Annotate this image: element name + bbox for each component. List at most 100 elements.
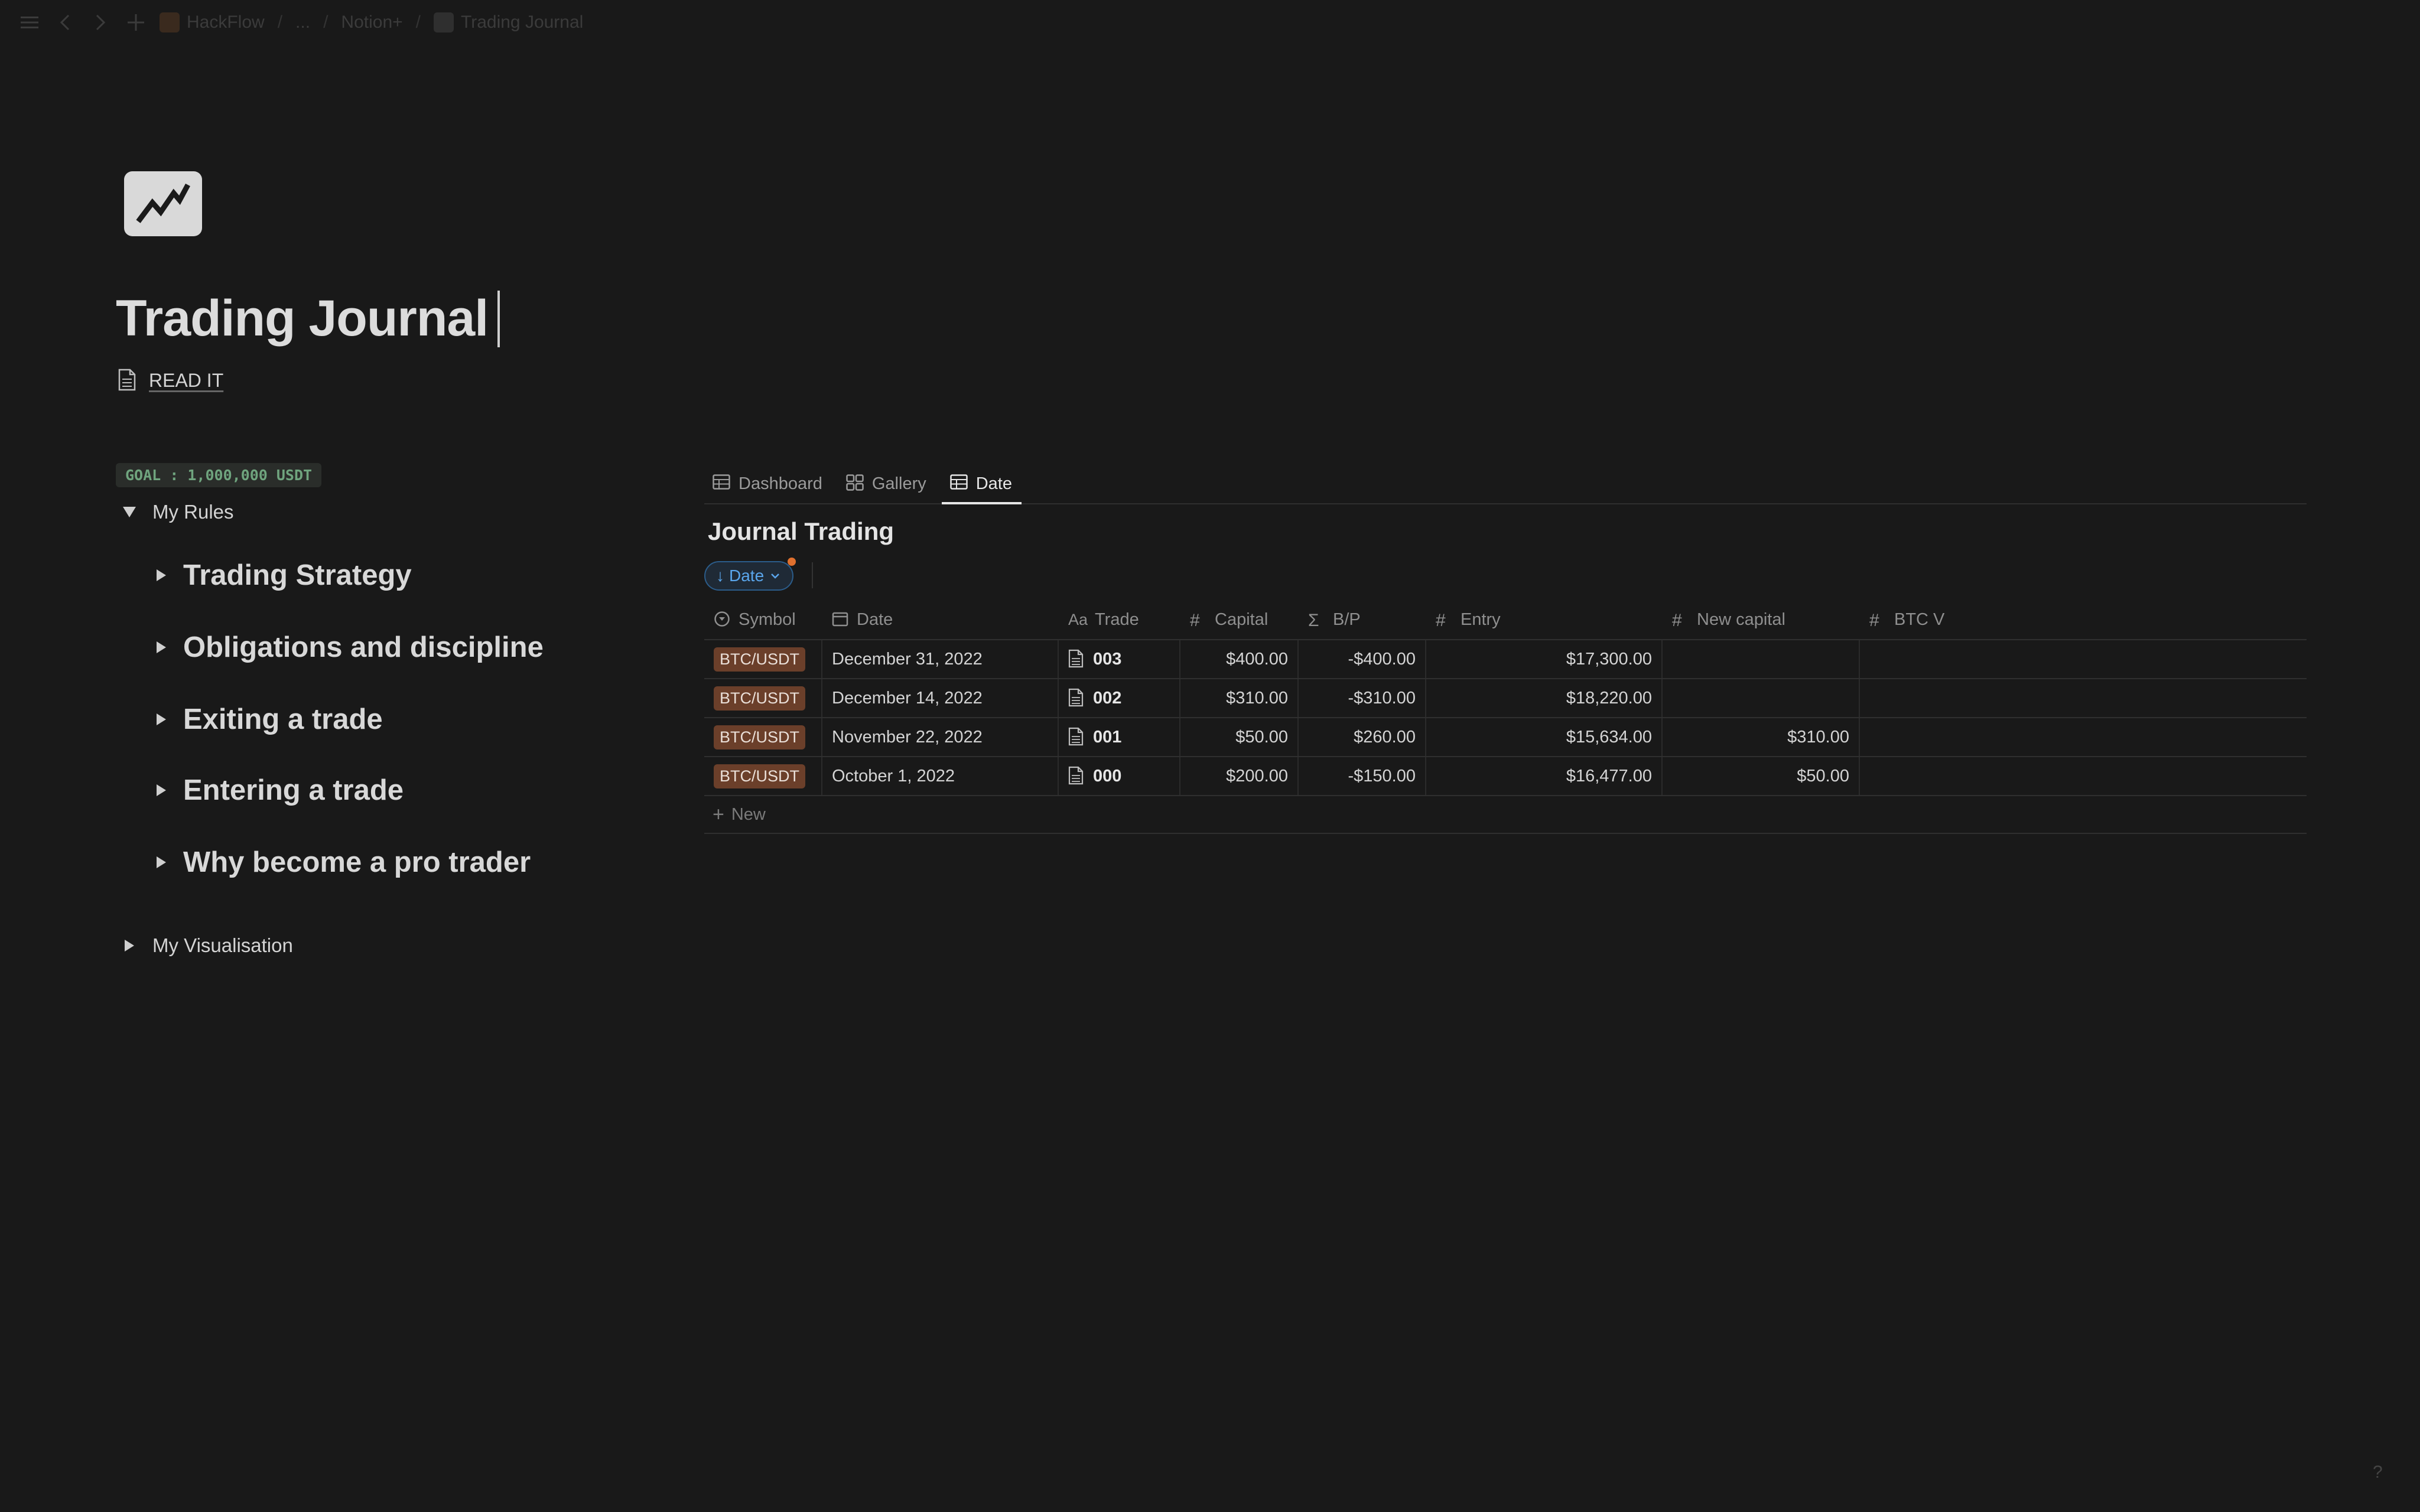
column-header-btc-v[interactable]: # BTC V	[1860, 600, 2307, 639]
number-hash-icon: #	[1436, 611, 1446, 630]
breadcrumb-current[interactable]: Trading Journal	[434, 12, 583, 32]
tab-dashboard[interactable]: Dashboard	[704, 464, 832, 503]
btc-v-cell[interactable]	[1860, 679, 2307, 717]
menu-icon[interactable]	[18, 11, 41, 34]
symbol-cell[interactable]: BTC/USDT	[704, 640, 822, 678]
toggle-obligations-discipline[interactable]: Obligations and discipline	[152, 631, 544, 664]
new-capital-cell[interactable]: $310.00	[1663, 718, 1860, 756]
database-title[interactable]: Journal Trading	[708, 517, 894, 546]
breadcrumb-parent[interactable]: Notion+	[341, 12, 402, 32]
sort-date-pill[interactable]: ↓ Date	[704, 558, 796, 591]
workspace-icon	[160, 12, 180, 32]
column-header-bp[interactable]: Σ B/P	[1299, 600, 1426, 639]
column-header-symbol[interactable]: Symbol	[704, 600, 822, 639]
triangle-right-icon[interactable]	[152, 853, 170, 871]
database-view-tabs: Dashboard Gallery Date	[704, 464, 2307, 504]
entry-cell[interactable]: $18,220.00	[1426, 679, 1663, 717]
entry-cell[interactable]: $16,477.00	[1426, 757, 1663, 795]
breadcrumb-workspace[interactable]: HackFlow	[160, 12, 265, 32]
bp-cell[interactable]: -$400.00	[1299, 640, 1426, 678]
breadcrumb-separator: /	[277, 12, 283, 32]
triangle-down-icon[interactable]	[121, 503, 138, 521]
text-type-icon: Aa	[1068, 611, 1088, 628]
date-cell[interactable]: December 31, 2022	[822, 640, 1059, 678]
column-header-date[interactable]: Date	[822, 600, 1059, 639]
document-icon	[118, 369, 138, 392]
table-row[interactable]: BTC/USDT December 31, 2022 003 $400.00 -…	[704, 640, 2307, 679]
table-row[interactable]: BTC/USDT October 1, 2022 000 $200.00 -$1…	[704, 757, 2307, 796]
entry-cell[interactable]: $15,634.00	[1426, 718, 1663, 756]
date-cell[interactable]: November 22, 2022	[822, 718, 1059, 756]
capital-cell[interactable]: $50.00	[1180, 718, 1299, 756]
text-cursor	[497, 290, 500, 347]
btc-v-cell[interactable]	[1860, 718, 2307, 756]
toggle-why-pro-trader[interactable]: Why become a pro trader	[152, 846, 531, 879]
help-button[interactable]: ?	[2373, 1462, 2383, 1482]
calendar-icon	[832, 611, 850, 628]
document-icon	[1068, 766, 1085, 786]
toggle-exiting-trade[interactable]: Exiting a trade	[152, 703, 383, 736]
symbol-cell[interactable]: BTC/USDT	[704, 718, 822, 756]
symbol-tag: BTC/USDT	[714, 686, 805, 711]
capital-cell[interactable]: $400.00	[1180, 640, 1299, 678]
top-bar: HackFlow / ... / Notion+ / Trading Journ…	[0, 0, 2420, 45]
trade-cell[interactable]: 001	[1059, 718, 1180, 756]
breadcrumb-ellipsis[interactable]: ...	[295, 12, 310, 32]
journal-table: Symbol Date Aa Trade # Capital Σ B/P # E…	[704, 600, 2307, 834]
trade-cell[interactable]: 003	[1059, 640, 1180, 678]
triangle-right-icon[interactable]	[152, 638, 170, 656]
btc-v-cell[interactable]	[1860, 640, 2307, 678]
my-rules-toggle[interactable]: My Rules	[121, 501, 234, 523]
btc-v-cell[interactable]	[1860, 757, 2307, 795]
document-icon	[1068, 727, 1085, 747]
capital-cell[interactable]: $310.00	[1180, 679, 1299, 717]
tab-gallery[interactable]: Gallery	[838, 464, 936, 503]
table-header-row: Symbol Date Aa Trade # Capital Σ B/P # E…	[704, 600, 2307, 640]
new-capital-cell[interactable]	[1663, 679, 1860, 717]
triangle-right-icon[interactable]	[152, 711, 170, 728]
add-icon[interactable]	[124, 11, 148, 34]
bp-cell[interactable]: -$310.00	[1299, 679, 1426, 717]
new-capital-cell[interactable]: $50.00	[1663, 757, 1860, 795]
number-hash-icon: #	[1672, 611, 1682, 630]
trade-cell[interactable]: 000	[1059, 757, 1180, 795]
table-row[interactable]: BTC/USDT November 22, 2022 001 $50.00 $2…	[704, 718, 2307, 757]
column-header-trade[interactable]: Aa Trade	[1059, 600, 1180, 639]
bp-cell[interactable]: $260.00	[1299, 718, 1426, 756]
column-header-new-capital[interactable]: # New capital	[1663, 600, 1860, 639]
table-row[interactable]: BTC/USDT December 14, 2022 002 $310.00 -…	[704, 679, 2307, 718]
symbol-tag: BTC/USDT	[714, 725, 805, 750]
toggle-entering-trade[interactable]: Entering a trade	[152, 774, 404, 807]
date-cell[interactable]: December 14, 2022	[822, 679, 1059, 717]
triangle-right-icon[interactable]	[121, 937, 138, 954]
table-icon	[949, 474, 969, 493]
tab-date[interactable]: Date	[941, 464, 1022, 504]
bp-cell[interactable]: -$150.00	[1299, 757, 1426, 795]
triangle-right-icon[interactable]	[152, 781, 170, 799]
page-title[interactable]: Trading Journal	[116, 289, 500, 348]
symbol-cell[interactable]: BTC/USDT	[704, 757, 822, 795]
document-icon	[1068, 688, 1085, 708]
chevron-down-icon	[769, 569, 782, 582]
add-new-row-button[interactable]: + New	[704, 796, 2307, 834]
select-status-icon	[714, 611, 731, 628]
new-capital-cell[interactable]	[1663, 640, 1860, 678]
symbol-tag: BTC/USDT	[714, 764, 805, 788]
formula-sigma-icon: Σ	[1308, 611, 1319, 630]
forward-arrow-icon[interactable]	[89, 11, 112, 34]
page-chart-icon[interactable]	[124, 171, 202, 236]
column-header-entry[interactable]: # Entry	[1426, 600, 1663, 639]
symbol-tag: BTC/USDT	[714, 647, 805, 672]
triangle-right-icon[interactable]	[152, 566, 170, 584]
symbol-cell[interactable]: BTC/USDT	[704, 679, 822, 717]
capital-cell[interactable]: $200.00	[1180, 757, 1299, 795]
toggle-trading-strategy[interactable]: Trading Strategy	[152, 559, 412, 592]
my-visualisation-toggle[interactable]: My Visualisation	[121, 934, 293, 957]
read-it-link[interactable]: READ IT	[118, 369, 223, 392]
back-arrow-icon[interactable]	[53, 11, 77, 34]
date-cell[interactable]: October 1, 2022	[822, 757, 1059, 795]
column-header-capital[interactable]: # Capital	[1180, 600, 1299, 639]
entry-cell[interactable]: $17,300.00	[1426, 640, 1663, 678]
table-icon	[713, 474, 731, 493]
trade-cell[interactable]: 002	[1059, 679, 1180, 717]
